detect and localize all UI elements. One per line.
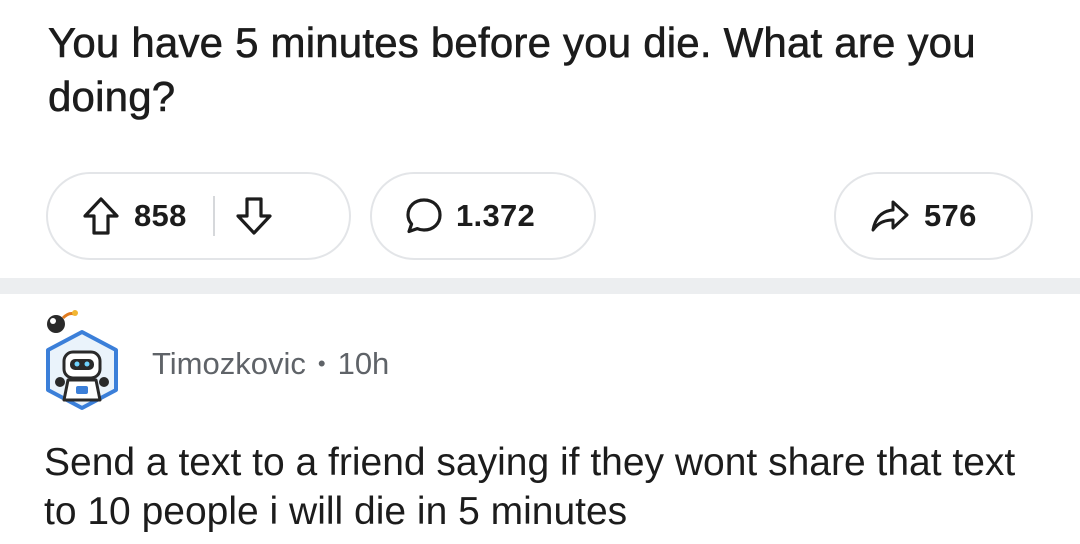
comment-author[interactable]: Timozkovic: [152, 346, 306, 382]
comment-age: 10h: [337, 346, 390, 381]
vote-count: 858: [134, 198, 187, 233]
share-button[interactable]: 576: [834, 172, 1033, 260]
comment-body: Send a text to a friend saying if they w…: [44, 441, 1016, 533]
meta-separator: •: [317, 351, 326, 376]
arrow-down-outline-icon: [236, 197, 272, 235]
share-count: 576: [924, 198, 977, 233]
arrow-up-outline-icon: [83, 197, 119, 235]
robot-avatar-icon[interactable]: [36, 302, 128, 414]
section-divider: [0, 278, 1080, 294]
comments-button[interactable]: 1.372: [370, 172, 596, 260]
comment-count: 1.372: [456, 198, 536, 233]
speech-bubble-icon: [404, 196, 444, 236]
comment-meta: Timozkovic • 10h: [152, 346, 389, 382]
vote-separator: [212, 196, 215, 236]
downvote-button[interactable]: [235, 196, 273, 236]
vote-pill: 858: [46, 172, 351, 260]
comment: Timozkovic • 10h Send a text to a friend…: [0, 294, 1080, 544]
upvote-button[interactable]: [82, 196, 120, 236]
post-action-bar: 858 1.372 576: [0, 172, 1080, 262]
share-arrow-icon: [870, 199, 910, 233]
post-title: You have 5 minutes before you die. What …: [48, 19, 976, 121]
